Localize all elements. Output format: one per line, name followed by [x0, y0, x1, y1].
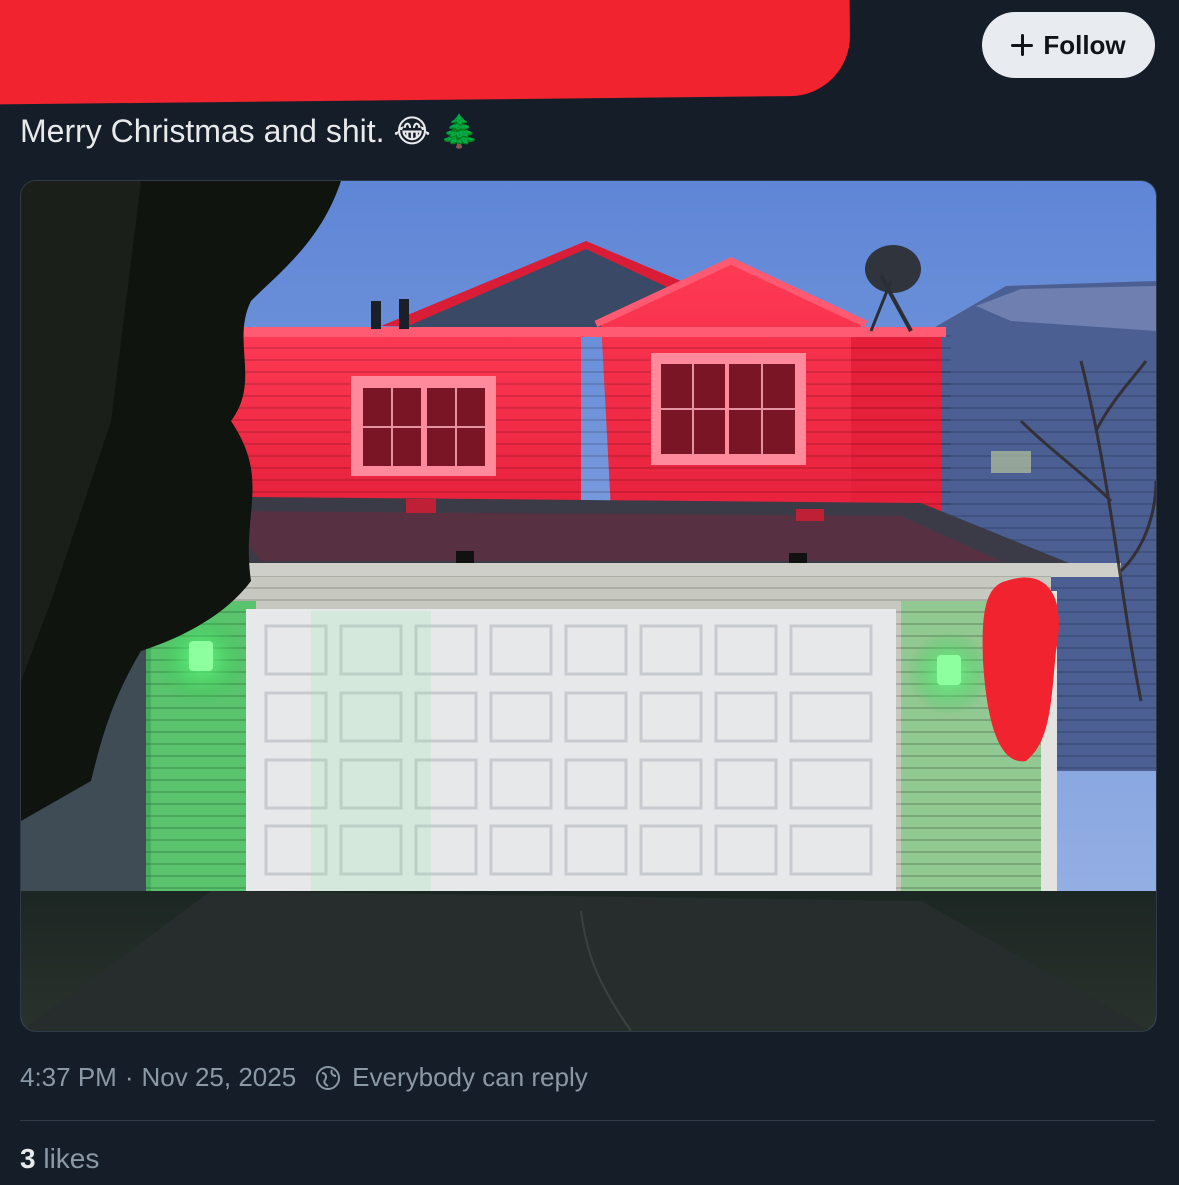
laughing-emoji: 😂 [393, 113, 431, 149]
post-date[interactable]: Nov 25, 2025 [142, 1062, 297, 1093]
divider [20, 1120, 1155, 1121]
post-image[interactable] [20, 180, 1157, 1032]
post-meta: 4:37 PM · Nov 25, 2025 Everybody can rep… [20, 1062, 588, 1093]
likes-count: 3 [20, 1143, 36, 1174]
tree-emoji: 🌲 [439, 113, 480, 149]
meta-separator: · [124, 1062, 134, 1092]
plus-icon [1011, 34, 1034, 56]
reply-settings-icon [316, 1065, 341, 1090]
likes-link[interactable]: 3 likes [20, 1143, 99, 1175]
post-text: Merry Christmas and shit. 😂 🌲 [20, 112, 480, 150]
post-text-body: Merry Christmas and shit. [20, 113, 385, 149]
likes-label: likes [43, 1143, 100, 1174]
redacted-username-area [0, 0, 851, 105]
follow-button[interactable]: Follow [982, 12, 1155, 78]
reply-setting-label: Everybody can reply [352, 1062, 588, 1092]
follow-button-label: Follow [1043, 29, 1126, 60]
post-time[interactable]: 4:37 PM [20, 1062, 117, 1093]
